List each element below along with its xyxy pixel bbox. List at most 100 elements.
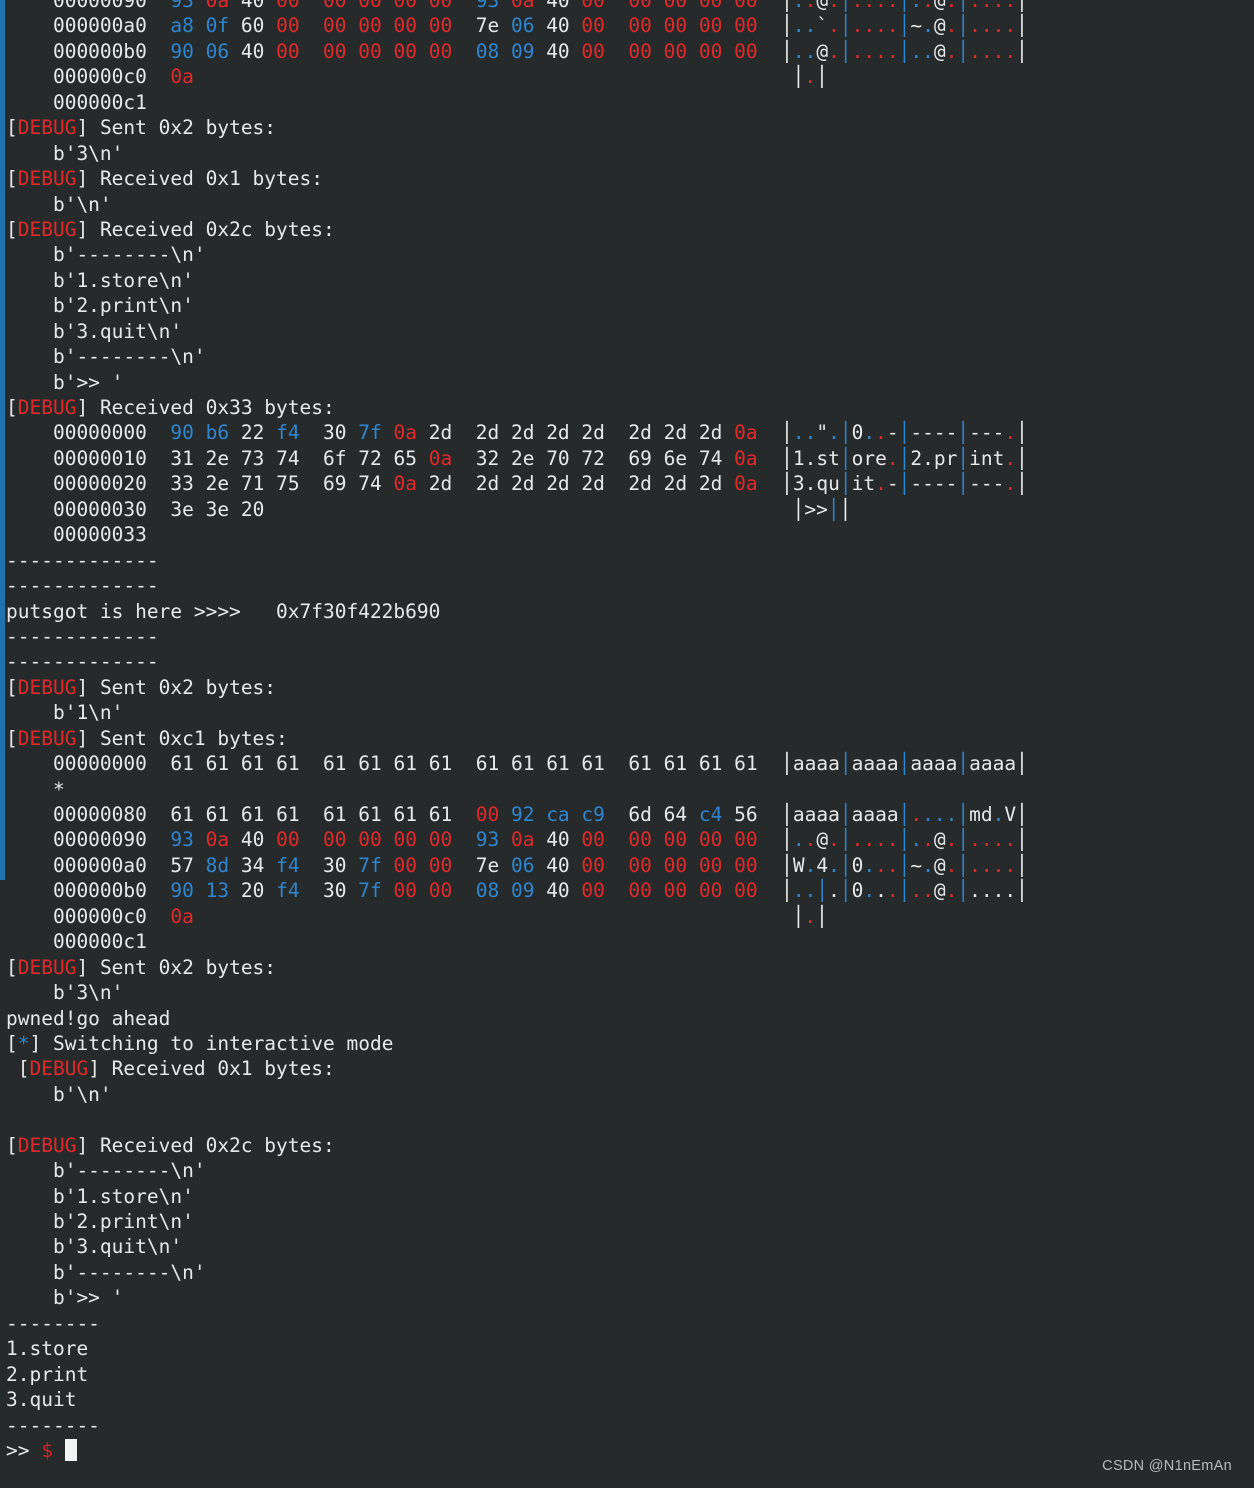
hexdump-ascii-separator: │: [781, 828, 793, 852]
hexdump-offset: 00000080: [6, 803, 171, 826]
hexdump-byte: 00: [628, 39, 652, 63]
hexdump-byte: 7e: [475, 14, 500, 38]
hexdump-ascii-separator: │: [957, 39, 970, 63]
hexdump-ascii-char: .: [1004, 0, 1017, 12]
hexdump-byte: 00: [628, 0, 652, 12]
terminal-line: 00000020 33 2e 71 75 69 74 0a 2d 2d 2d 2…: [6, 471, 1028, 496]
hexdump-ascii-char: .: [992, 0, 1005, 12]
bracket-open: [: [6, 167, 18, 191]
hexdump-ascii-char: -: [945, 472, 958, 496]
shell-prompt-line[interactable]: >> $: [6, 1438, 1028, 1463]
hexdump-byte: 61: [323, 803, 347, 826]
hexdump-repeat-marker: *: [6, 777, 65, 801]
hexdump-byte: 00: [428, 39, 453, 63]
hexdump-ascii-separator: │: [781, 0, 793, 12]
hexdump-ascii-separator: │: [839, 421, 852, 445]
terminal-line: b'2.print\n': [6, 1209, 1028, 1234]
debug-tag: DEBUG: [17, 955, 77, 979]
hexdump-byte: 2d: [628, 421, 652, 445]
hexdump-ascii-separator: │: [898, 853, 911, 877]
hexdump-byte: f4: [276, 879, 300, 903]
hexdump-ascii-char: .: [804, 879, 817, 903]
hexdump-byte: 40: [546, 39, 570, 63]
hexdump-byte: 20: [240, 879, 265, 903]
hexdump-byte: 3e: [205, 497, 230, 521]
hexdump-byte: 6f: [323, 446, 347, 470]
terminal-line: *: [6, 777, 1028, 802]
hexdump-ascii-char: .: [792, 421, 805, 445]
hexdump-byte: 00: [475, 803, 500, 826]
hexdump-ascii-char: -: [992, 421, 1005, 445]
debug-message: Sent 0x2 bytes:: [99, 955, 277, 979]
hexdump-ascii-char: .: [992, 14, 1005, 38]
payload-literal: b'--------\n': [6, 1260, 206, 1284]
hexdump-ascii-char: a: [792, 803, 805, 826]
hexdump-ascii-char: .: [980, 0, 993, 12]
hexdump-byte: 2e: [205, 472, 230, 496]
hexdump-byte: f4: [276, 853, 300, 877]
hexdump-byte: 00: [581, 879, 605, 903]
hexdump-ascii-char: .: [922, 853, 934, 877]
hexdump-byte: 7f: [358, 879, 382, 903]
hexdump-byte: 00: [323, 39, 347, 63]
terminal-line: b'3\n': [6, 141, 1028, 166]
hexdump-byte: 61: [170, 803, 194, 826]
hexdump-ascii-char: r: [945, 446, 958, 470]
terminal-line: [DEBUG] Sent 0x2 bytes:: [6, 115, 1028, 140]
hexdump-ascii-char: .: [828, 879, 840, 903]
hexdump-byte: 0a: [205, 828, 230, 852]
hexdump-ascii-char: .: [945, 853, 958, 877]
hexdump-ascii-separator: │: [1016, 39, 1028, 63]
hexdump-ascii-char: .: [1004, 446, 1017, 470]
hexdump-ascii-char: .: [969, 39, 981, 63]
hexdump-byte: 74: [698, 446, 723, 470]
bracket-open: [: [6, 1057, 30, 1081]
terminal-line: -------------: [6, 548, 1028, 573]
hexdump-ascii-char: .: [792, 0, 805, 12]
hexdump-ascii-char: .: [1004, 828, 1017, 852]
hexdump-ascii-char: u: [828, 472, 840, 496]
hexdump-byte: 0a: [205, 0, 230, 12]
debug-tag: DEBUG: [17, 396, 77, 419]
terminal-line: b'\n': [6, 192, 1028, 217]
hexdump-ascii-char: .: [804, 65, 817, 89]
hexdump-ascii-char: .: [1004, 472, 1017, 496]
hexdump-total: 000000c1: [6, 930, 147, 954]
terminal-line: b'--------\n': [6, 1260, 1028, 1285]
hexdump-offset: 00000020: [6, 472, 171, 496]
hexdump-ascii-char: ~: [910, 14, 923, 38]
hexdump-byte: 00: [393, 853, 417, 877]
hexdump-ascii-char: .: [792, 39, 805, 63]
terminal-line: b'1.store\n': [6, 268, 1028, 293]
bracket-open: [: [6, 675, 18, 699]
hexdump-byte: 73: [240, 446, 265, 470]
hexdump-ascii-char: .: [804, 14, 817, 38]
text-cursor[interactable]: [64, 1438, 78, 1461]
payload-literal: b'2.print\n': [6, 294, 194, 318]
hexdump-offset: 00000090: [6, 828, 171, 852]
terminal-line: 000000c1: [6, 90, 1028, 115]
hexdump-byte: 00: [393, 879, 417, 903]
hexdump-ascii-char: -: [922, 472, 934, 496]
hexdump-ascii-separator: │: [816, 65, 828, 89]
hexdump-ascii-char: .: [980, 879, 993, 903]
terminal-line: 1.store: [6, 1336, 1028, 1361]
hexdump-ascii-char: a: [875, 752, 887, 776]
terminal-line: --------: [6, 1311, 1028, 1336]
bracket-open: [: [6, 396, 18, 419]
terminal-output[interactable]: 00000090 93 0a 40 00 00 00 00 00 93 0a 4…: [0, 0, 1028, 1463]
hexdump-ascii-separator: │: [792, 497, 805, 521]
hexdump-ascii-char: .: [992, 803, 1005, 826]
hexdump-byte: 61: [628, 752, 652, 776]
hexdump-byte: 69: [323, 472, 347, 496]
bracket-open: [: [6, 1133, 18, 1157]
hexdump-ascii-separator: │: [898, 446, 911, 470]
hexdump-ascii-char: d: [980, 803, 993, 826]
hexdump-ascii-char: .: [828, 14, 840, 38]
debug-message: Received 0x33 bytes:: [99, 396, 335, 419]
hexdump-byte: 93: [475, 0, 500, 12]
hexdump-ascii-char: e: [875, 446, 887, 470]
terminal-line: 000000a0 a8 0f 60 00 00 00 00 00 7e 06 4…: [6, 13, 1028, 38]
terminal-line: b'1.store\n': [6, 1184, 1028, 1209]
hexdump-ascii-char: a: [1004, 752, 1017, 776]
